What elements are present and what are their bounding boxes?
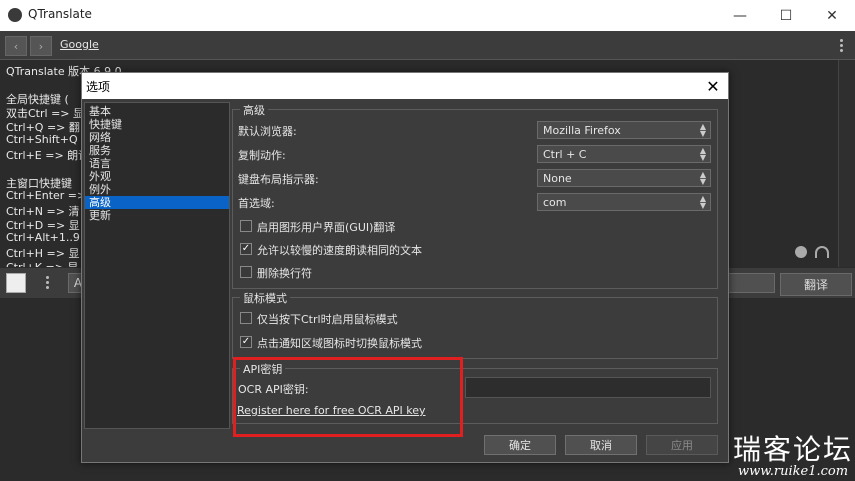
- tray-mouse-mode-label: 点击通知区域图标时切换鼠标模式: [257, 337, 422, 350]
- dialog-close-icon[interactable]: ✕: [702, 75, 724, 97]
- ctrl-mouse-mode-label: 仅当按下Ctrl时启用鼠标模式: [257, 313, 398, 326]
- remove-linebreak-label: 删除换行符: [257, 267, 312, 280]
- domain-label: 首选域:: [238, 197, 275, 210]
- advanced-group: 高级 默认浏览器: Mozilla Firefox ▲ ▼ 复制动作: Ctrl …: [232, 102, 718, 289]
- back-button[interactable]: ‹: [5, 36, 27, 56]
- category-item-network[interactable]: 网络: [85, 131, 229, 144]
- mouse-mode-group: 鼠标模式 仅当按下Ctrl时启用鼠标模式 ✓ 点击通知区域图标时切换鼠标模式: [232, 290, 718, 359]
- top-toolbar: ‹ › Google: [0, 31, 855, 60]
- category-item-services[interactable]: 服务: [85, 144, 229, 157]
- spin-arrows-icon: ▲ ▼: [699, 194, 706, 210]
- translate-button[interactable]: 翻译: [780, 273, 852, 296]
- app-logo-icon: [8, 8, 22, 22]
- options-dots-icon[interactable]: [44, 276, 50, 289]
- slow-speech-label: 允许以较慢的速度朗读相同的文本: [257, 244, 422, 257]
- category-item-basic[interactable]: 基本: [85, 105, 229, 118]
- watermark: 瑞客论坛 www.ruike1.com: [733, 428, 853, 479]
- forward-button[interactable]: ›: [30, 36, 52, 56]
- browser-select-value: Mozilla Firefox: [543, 124, 621, 137]
- category-item-update[interactable]: 更新: [85, 209, 229, 222]
- category-item-appearance[interactable]: 外观: [85, 170, 229, 183]
- category-item-advanced[interactable]: 高级: [85, 196, 229, 209]
- category-item-exceptions[interactable]: 例外: [85, 183, 229, 196]
- window-title: QTranslate: [28, 7, 92, 21]
- copy-action-select[interactable]: Ctrl + C ▲ ▼: [537, 145, 711, 163]
- ocr-api-key-input[interactable]: [465, 377, 711, 398]
- slow-speech-checkbox[interactable]: ✓: [240, 243, 252, 255]
- category-list: 基本 快捷键 网络 服务 语言 外观 例外 高级 更新: [84, 102, 230, 429]
- target-language-selector[interactable]: [727, 273, 775, 293]
- domain-value: com: [543, 196, 567, 209]
- minimize-button[interactable]: —: [717, 0, 763, 31]
- category-item-language[interactable]: 语言: [85, 157, 229, 170]
- spin-arrows-icon: ▲ ▼: [699, 170, 706, 186]
- text-line: Ctrl+Alt+1..9: [6, 231, 80, 244]
- text-line: Ctrl+K => 显: [6, 259, 78, 267]
- ctrl-mouse-mode-checkbox[interactable]: [240, 312, 252, 324]
- tray-mouse-mode-checkbox[interactable]: ✓: [240, 336, 252, 348]
- copy-action-value: Ctrl + C: [543, 148, 587, 161]
- spin-arrows-icon: ▲ ▼: [699, 122, 706, 138]
- gui-translate-label: 启用图形用户界面(GUI)翻译: [257, 221, 396, 234]
- service-link[interactable]: Google: [60, 38, 99, 51]
- keyboard-indicator-select[interactable]: None ▲ ▼: [537, 169, 711, 187]
- cancel-button[interactable]: 取消: [565, 435, 637, 455]
- ok-button[interactable]: 确定: [484, 435, 556, 455]
- close-window-button[interactable]: ✕: [809, 0, 855, 31]
- dialog-titlebar: 选项 ✕: [82, 73, 728, 99]
- maximize-button[interactable]: ☐: [763, 0, 809, 31]
- mouse-mode-title: 鼠标模式: [240, 290, 290, 306]
- category-item-hotkeys[interactable]: 快捷键: [85, 118, 229, 131]
- keyboard-indicator-value: None: [543, 172, 572, 185]
- text-scrollbar[interactable]: [838, 60, 855, 267]
- text-line: Ctrl+E => 朗读: [6, 149, 90, 162]
- spin-arrows-icon: ▲ ▼: [699, 146, 706, 162]
- page-icon[interactable]: [6, 273, 26, 293]
- highlight-box: [233, 357, 463, 437]
- apply-button[interactable]: 应用: [646, 435, 718, 455]
- gui-translate-checkbox[interactable]: [240, 220, 252, 232]
- headphones-icon[interactable]: [815, 246, 829, 258]
- dialog-title: 选项: [86, 80, 111, 94]
- remove-linebreak-checkbox[interactable]: [240, 266, 252, 278]
- copy-action-label: 复制动作:: [238, 149, 286, 162]
- advanced-group-title: 高级: [240, 102, 268, 118]
- browser-select[interactable]: Mozilla Firefox ▲ ▼: [537, 121, 711, 139]
- window-titlebar: QTranslate — ☐ ✕: [0, 0, 855, 31]
- domain-select[interactable]: com ▲ ▼: [537, 193, 711, 211]
- menu-dots-icon[interactable]: [838, 39, 844, 52]
- microphone-icon[interactable]: [795, 246, 807, 258]
- watermark-title: 瑞客论坛: [733, 433, 854, 466]
- text-line: Ctrl+Enter =>: [6, 189, 87, 202]
- watermark-url: www.ruike1.com: [737, 464, 849, 479]
- text-line: Ctrl+Shift+Q: [6, 133, 78, 146]
- keyboard-indicator-label: 键盘布局指示器:: [238, 173, 319, 186]
- browser-label: 默认浏览器:: [238, 125, 297, 138]
